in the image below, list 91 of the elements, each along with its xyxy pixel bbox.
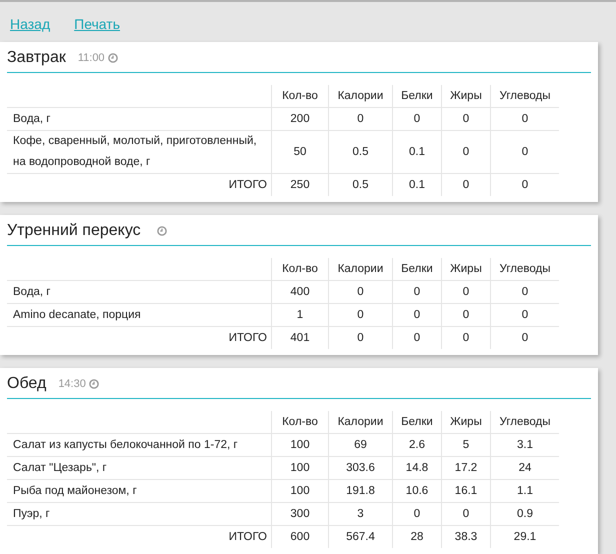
table-cell: 100 bbox=[290, 439, 310, 451]
food-name: Amino decanate, порция bbox=[13, 308, 141, 320]
table-cell: 0 bbox=[357, 286, 364, 298]
total-cell: 0 bbox=[522, 332, 528, 344]
meal-title: Утренний перекус bbox=[7, 222, 141, 240]
table-cell: 191.8 bbox=[346, 485, 375, 497]
total-label: ИТОГО bbox=[228, 178, 267, 190]
table-cell: 1.1 bbox=[517, 485, 533, 497]
column-header: Углеводы bbox=[500, 416, 550, 428]
table-cell: 0 bbox=[522, 113, 528, 125]
total-cell: 250 bbox=[290, 179, 310, 191]
table-cell: 5 bbox=[462, 439, 470, 451]
table-cell: 24 bbox=[518, 462, 532, 474]
column-header: Углеводы bbox=[500, 90, 550, 102]
table-cell: 100 bbox=[290, 485, 310, 497]
column-header: Углеводы bbox=[500, 263, 550, 275]
table-cell: 50 bbox=[294, 146, 306, 158]
table-cell: 3.1 bbox=[517, 439, 533, 451]
nav-link[interactable]: Печать bbox=[74, 16, 120, 32]
total-cell: 567.4 bbox=[346, 531, 375, 543]
table-cell: 0.1 bbox=[409, 146, 425, 158]
food-name: Вода, г bbox=[13, 112, 51, 124]
nav-link[interactable]: Назад bbox=[10, 16, 50, 32]
table-cell: 0 bbox=[357, 113, 364, 125]
column-header: Белки bbox=[401, 263, 433, 275]
meal-title: Завтрак bbox=[7, 49, 66, 67]
table-cell: 0 bbox=[462, 113, 470, 125]
table-cell: 0 bbox=[357, 309, 364, 321]
column-header: Кол-во bbox=[282, 263, 318, 275]
table-cell: 100 bbox=[290, 462, 310, 474]
table-cell: 0 bbox=[522, 286, 528, 298]
table-cell: 0 bbox=[462, 286, 470, 298]
total-cell: 0.5 bbox=[352, 179, 368, 191]
meal-time: 11:00 bbox=[78, 52, 105, 64]
total-label: ИТОГО bbox=[228, 530, 267, 542]
column-header: Кол-во bbox=[282, 416, 318, 428]
total-cell: 401 bbox=[290, 332, 310, 344]
table-cell: 0 bbox=[522, 146, 528, 158]
table-cell: 300 bbox=[290, 508, 310, 520]
total-cell: 0 bbox=[462, 179, 470, 191]
table-cell: 303.6 bbox=[346, 462, 375, 474]
food-name: Рыба под майонезом, г bbox=[13, 484, 137, 496]
column-header: Белки bbox=[401, 416, 433, 428]
meal-time: 14:30 bbox=[58, 378, 86, 390]
column-header: Калории bbox=[338, 90, 384, 102]
table-cell: 2.6 bbox=[409, 439, 425, 451]
food-name: Вода, г bbox=[13, 286, 51, 298]
total-cell: 28 bbox=[410, 531, 424, 543]
total-label: ИТОГО bbox=[228, 332, 267, 344]
column-header: Калории bbox=[338, 263, 384, 275]
clock-icon[interactable] bbox=[156, 226, 167, 236]
column-header: Жиры bbox=[450, 263, 482, 275]
table-cell: 0 bbox=[522, 309, 528, 321]
table-cell: 1 bbox=[296, 309, 304, 321]
food-name: Салат из капусты белокочанной по 1-72, г bbox=[13, 438, 238, 450]
total-cell: 0 bbox=[414, 332, 420, 344]
column-header: Жиры bbox=[450, 416, 482, 428]
total-cell: 600 bbox=[290, 531, 310, 543]
food-name: Пуэр, г bbox=[13, 508, 50, 520]
table-cell: 0 bbox=[462, 309, 470, 321]
clock-icon[interactable] bbox=[108, 53, 118, 63]
table-cell: 0 bbox=[414, 286, 420, 298]
table-cell: 3 bbox=[357, 508, 364, 520]
table-cell: 0.9 bbox=[517, 508, 533, 520]
table-cell: 0 bbox=[414, 508, 420, 520]
total-cell: 0 bbox=[462, 332, 470, 344]
table-cell: 16.1 bbox=[454, 485, 478, 497]
column-header: Кол-во bbox=[282, 90, 318, 102]
total-cell: 29.1 bbox=[514, 531, 536, 543]
table-cell: 10.6 bbox=[406, 485, 428, 497]
table-cell: 0 bbox=[414, 113, 420, 125]
table-cell: 0 bbox=[414, 309, 420, 321]
table-cell: 200 bbox=[290, 113, 310, 125]
table-cell: 69 bbox=[354, 439, 367, 451]
table-cell: 400 bbox=[290, 286, 310, 298]
total-cell: 0 bbox=[357, 332, 364, 344]
food-name: Салат "Цезарь", г bbox=[13, 462, 107, 474]
total-cell: 38.3 bbox=[454, 531, 478, 543]
clock-icon[interactable] bbox=[88, 379, 99, 389]
total-cell: 0 bbox=[522, 179, 528, 191]
meal-title: Обед bbox=[7, 375, 46, 393]
column-header: Белки bbox=[401, 90, 433, 102]
table-cell: 17.2 bbox=[454, 462, 478, 474]
table-cell: 0 bbox=[462, 508, 470, 520]
table-cell: 0 bbox=[462, 146, 470, 158]
column-header: Калории bbox=[338, 416, 384, 428]
food-name: Кофе, сваренный, молотый, приготовленный, на водопроводной воде, г bbox=[13, 135, 257, 168]
table-cell: 0.5 bbox=[352, 146, 368, 158]
table-cell: 14.8 bbox=[406, 462, 428, 474]
column-header: Жиры bbox=[450, 90, 482, 102]
total-cell: 0.1 bbox=[409, 179, 425, 191]
